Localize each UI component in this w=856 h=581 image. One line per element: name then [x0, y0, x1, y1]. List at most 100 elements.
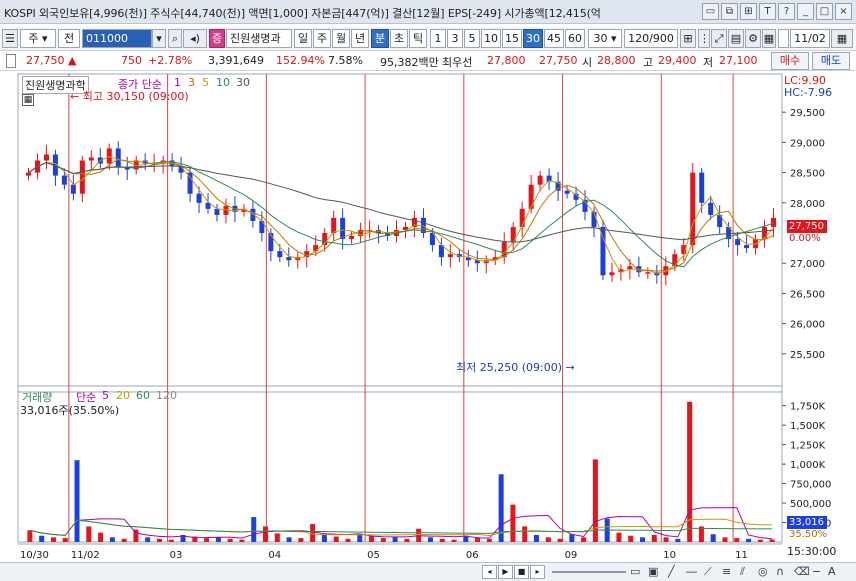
date-field[interactable]: 11/02	[790, 29, 830, 48]
bottom-bar: ◂ ▶ ■ ▸ ▭ ▣ ╱ ― ⟋ ≡ ⫽ ◎ ∩ ⌫ − A	[0, 562, 856, 581]
period-tick[interactable]: 틱	[409, 29, 427, 48]
candle-body	[340, 217, 346, 240]
close-icon[interactable]: ×	[835, 3, 852, 20]
draw-cycle-icon[interactable]: ◎	[758, 565, 768, 578]
period-minute[interactable]: 분	[371, 29, 389, 48]
zoom-out-icon[interactable]: ▭	[630, 565, 640, 578]
eraser-icon[interactable]: ⌫	[794, 565, 810, 578]
candle-body	[735, 239, 741, 246]
volume-bar	[109, 537, 115, 542]
list-icon[interactable]: ☰	[2, 29, 18, 48]
interval-30[interactable]: 30	[523, 29, 543, 48]
volume-bar	[227, 538, 233, 542]
price-row: 27,750 ▲ 750 +2.78% 3,391,649 152.94% 7.…	[0, 51, 856, 71]
period-year[interactable]: 년	[351, 29, 369, 48]
price-tick-label: 29,500	[790, 108, 825, 119]
zoom-in-icon[interactable]: ▣	[648, 565, 658, 578]
save-icon[interactable]: ▤	[728, 29, 744, 48]
play-button[interactable]: ▶	[498, 565, 513, 579]
period-month[interactable]: 월	[332, 29, 350, 48]
calendar-icon[interactable]: ▦	[831, 29, 853, 48]
candle-body	[214, 208, 220, 215]
grid-toggle-icon[interactable]: ▦	[22, 94, 34, 106]
link-icon[interactable]: ⤢	[711, 29, 727, 48]
draw-channel-icon[interactable]: ⫽	[740, 565, 745, 579]
price-tick-label: 28,000	[790, 199, 825, 210]
buy-button[interactable]: 매수	[771, 52, 809, 70]
data-count-field[interactable]: 120/900	[624, 29, 678, 48]
draw-trend-icon[interactable]: ⟋	[704, 565, 712, 579]
text-tool-icon[interactable]: A	[828, 565, 836, 578]
price-row-checkbox[interactable]	[6, 54, 16, 68]
interval-1[interactable]: 1	[430, 29, 446, 48]
stock-chart[interactable]: 29,500 29,000 28,500 28,000 27,000 26,500 26,0…	[0, 72, 856, 562]
settings-icon[interactable]: ⚙	[745, 29, 761, 48]
draw-fib-icon[interactable]: ≡	[722, 565, 731, 578]
pin-icon[interactable]: ⊞	[740, 3, 757, 20]
volume-bar	[439, 538, 445, 542]
open-price: 28,800	[597, 54, 636, 67]
font-icon[interactable]: T	[759, 3, 776, 20]
maximize-icon[interactable]: □	[816, 3, 833, 20]
interval-5[interactable]: 5	[464, 29, 480, 48]
volume-bar	[145, 537, 151, 542]
period-day[interactable]: 일	[294, 29, 312, 48]
turnover-rate: 7.58%	[328, 54, 363, 67]
prev-button[interactable]: 전	[58, 29, 80, 48]
scroll-lock-icon[interactable]: ⊞	[680, 29, 696, 48]
restore-icon[interactable]: ⧉	[721, 3, 738, 20]
period-week[interactable]: 주	[313, 29, 331, 48]
sound-icon[interactable]: ◂)	[183, 29, 207, 48]
zoom-slider[interactable]	[552, 571, 626, 573]
search-icon[interactable]: ⌕	[168, 29, 182, 48]
minus-icon[interactable]: −	[812, 565, 821, 578]
vol-ma-60: 60	[136, 389, 150, 402]
volume-bar	[451, 539, 457, 542]
interval-45[interactable]: 45	[544, 29, 564, 48]
candle-body	[564, 190, 570, 194]
volume-current: 33,016주(35.50%)	[20, 404, 120, 417]
stock-type-select[interactable]: 주 ▾	[20, 29, 56, 48]
interval-select[interactable]: 30 ▾	[588, 29, 622, 48]
candle-body	[699, 172, 705, 203]
scroll-left-button[interactable]: ◂	[482, 565, 497, 579]
current-price: 27,750 ▲	[26, 54, 77, 67]
interval-60[interactable]: 60	[565, 29, 585, 48]
grid-icon[interactable]: ▦	[762, 29, 776, 48]
draw-hline-icon[interactable]: ―	[686, 565, 697, 578]
stop-button[interactable]: ■	[514, 565, 529, 579]
volume-bar	[357, 534, 363, 542]
code-dropdown-icon[interactable]: ▾	[152, 29, 166, 48]
date-checkbox[interactable]	[778, 29, 789, 48]
interval-10[interactable]: 10	[481, 29, 501, 48]
volume-pct-tag: 35.50%	[789, 529, 828, 540]
candle-body	[528, 184, 534, 209]
trade-volume: 3,391,649	[208, 54, 264, 67]
volume-tick-label: 750,000	[790, 480, 831, 491]
ma-period-30: 30	[236, 76, 250, 89]
interval-15[interactable]: 15	[502, 29, 522, 48]
candle-body	[609, 272, 615, 276]
magnet-icon[interactable]: ∩	[776, 565, 784, 578]
window-icon[interactable]: ▭	[702, 3, 719, 20]
candle-body	[61, 175, 67, 185]
low-note: 최저 25,250 (09:00) →	[456, 361, 575, 374]
help-icon[interactable]: ?	[778, 3, 795, 20]
stock-code-input[interactable]: 011000	[82, 29, 152, 48]
volume-bar	[663, 537, 669, 542]
volume-bar	[74, 460, 80, 542]
interval-3[interactable]: 3	[447, 29, 463, 48]
low-price: 27,100	[719, 54, 758, 67]
volume-bar	[369, 535, 375, 542]
chart-area[interactable]: 29,500 29,000 28,500 28,000 27,000 26,500 26,0…	[0, 72, 856, 562]
minimize-icon[interactable]: _	[797, 3, 814, 20]
stock-name-field[interactable]: 진원생명과	[226, 29, 292, 48]
sell-button[interactable]: 매도	[812, 52, 850, 70]
scroll-right-button[interactable]: ▸	[530, 565, 545, 579]
draw-line-icon[interactable]: ╱	[668, 565, 675, 578]
volume-panel-frame	[17, 385, 783, 543]
volume-bar	[121, 538, 127, 542]
volume-bar	[522, 526, 528, 542]
split-icon[interactable]: ⋮	[698, 29, 710, 48]
period-second[interactable]: 초	[390, 29, 408, 48]
